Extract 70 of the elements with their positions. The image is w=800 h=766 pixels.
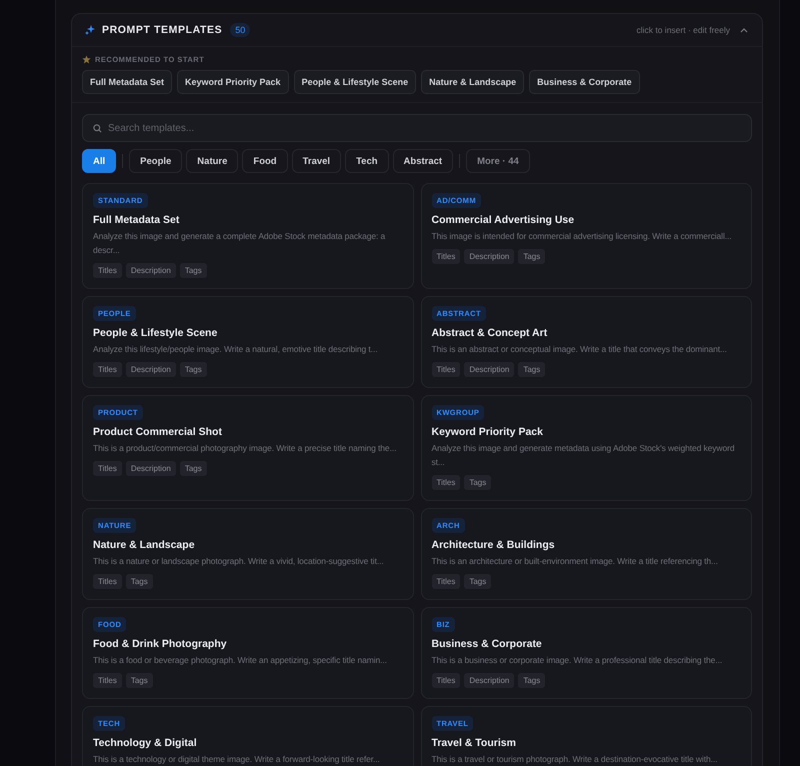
output-tag: Description — [464, 249, 514, 264]
output-tag: Tags — [518, 362, 546, 377]
filter-tab[interactable]: People — [129, 149, 182, 173]
template-title: Technology & Digital — [93, 737, 197, 749]
output-tag: Titles — [93, 263, 122, 278]
template-title: Full Metadata Set — [93, 214, 180, 226]
template-description: This is a food or beverage photograph. Write an appetizing, specific title namin... — [93, 654, 387, 667]
output-tag: Description — [464, 362, 514, 377]
chevron-up-icon[interactable] — [740, 27, 748, 33]
template-title: Architecture & Buildings — [432, 539, 555, 551]
template-title: Commercial Advertising Use — [432, 214, 574, 226]
output-tag: Titles — [432, 673, 460, 688]
output-tag: Titles — [432, 249, 460, 264]
output-tag: Titles — [93, 574, 122, 589]
template-description: This is an architecture or built-environment image. Write a title referencing th... — [432, 555, 718, 568]
output-tag: Tags — [180, 362, 207, 377]
template-title: Keyword Priority Pack — [432, 426, 543, 438]
output-tag: Tags — [180, 263, 207, 278]
output-tag: Titles — [93, 673, 122, 688]
recommended-chip[interactable]: Business & Corporate — [529, 70, 640, 94]
output-tag: Titles — [432, 475, 460, 490]
template-description: This is a nature or landscape photograph. Write a vivid, location-suggestive tit... — [93, 555, 384, 568]
output-tag: Titles — [432, 574, 460, 589]
recommended-chip[interactable]: Keyword Priority Pack — [177, 70, 289, 94]
template-title: Abstract & Concept Art — [432, 327, 548, 339]
output-tag: Tags — [518, 249, 546, 264]
filter-tab[interactable]: Travel — [292, 149, 342, 173]
template-description: This is a business or corporate image. Write a professional title describing the... — [432, 654, 722, 667]
output-tag: Tags — [464, 475, 492, 490]
output-tag: Description — [126, 461, 176, 476]
star-icon — [82, 55, 91, 64]
template-description: Analyze this image and generate a complete Adobe Stock metadata package: a descr... — [93, 230, 386, 257]
filter-tab[interactable]: Food — [242, 149, 288, 173]
output-tag: Description — [126, 263, 176, 278]
template-title: Business & Corporate — [432, 638, 542, 650]
filter-tab[interactable]: Abstract — [392, 149, 454, 173]
recommended-chip[interactable]: People & Lifestyle Scene — [294, 70, 416, 94]
output-tag: Titles — [432, 362, 460, 377]
output-tag: Description — [464, 673, 514, 688]
output-tag: Tags — [180, 461, 207, 476]
template-description: This image is intended for commercial advertising licensing. Write a commerciall... — [432, 230, 732, 243]
output-tag: Tags — [518, 673, 546, 688]
more-button[interactable]: More · 44 — [466, 149, 530, 173]
template-description: This is a technology or digital theme image. Write a forward-looking title refer... — [93, 753, 380, 766]
template-count: 50 — [230, 23, 250, 37]
filter-tab[interactable]: Tech — [345, 149, 389, 173]
template-description: This is a travel or tourism photograph. Write a destination-evocative title with... — [432, 753, 718, 766]
template-description: Analyze this image and generate metadata using Adobe Stock's weighted keyword st... — [432, 442, 736, 469]
output-tag: Description — [126, 362, 176, 377]
sparkle-icon — [84, 24, 96, 36]
template-description: This is an abstract or conceptual image. Write a title that conveys the dominant... — [432, 343, 727, 356]
template-description: Analyze this lifestyle/people image. Write a natural, emotive title describing t... — [93, 343, 378, 356]
filter-tab[interactable]: All — [82, 149, 116, 173]
template-description: This is a product/commercial photography image. Write a precise title naming the... — [93, 442, 396, 455]
template-title: Nature & Landscape — [93, 539, 195, 551]
output-tag: Titles — [93, 362, 122, 377]
recommended-chip[interactable]: Nature & Landscape — [421, 70, 524, 94]
panel-title: PROMPT TEMPLATES — [102, 24, 222, 36]
template-title: Product Commercial Shot — [93, 426, 222, 438]
output-tag: Tags — [126, 574, 153, 589]
recommended-chip[interactable]: Full Metadata Set — [82, 70, 172, 94]
filter-tab[interactable]: Nature — [186, 149, 238, 173]
panel-hint: click to insert · edit freely — [636, 25, 730, 35]
template-title: Travel & Tourism — [432, 737, 516, 749]
search-field[interactable]: Search templates... — [82, 114, 752, 142]
template-title: Food & Drink Photography — [93, 638, 227, 650]
output-tag: Tags — [464, 574, 492, 589]
output-tag: Titles — [93, 461, 122, 476]
output-tag: Tags — [126, 673, 153, 688]
template-title: People & Lifestyle Scene — [93, 327, 218, 339]
